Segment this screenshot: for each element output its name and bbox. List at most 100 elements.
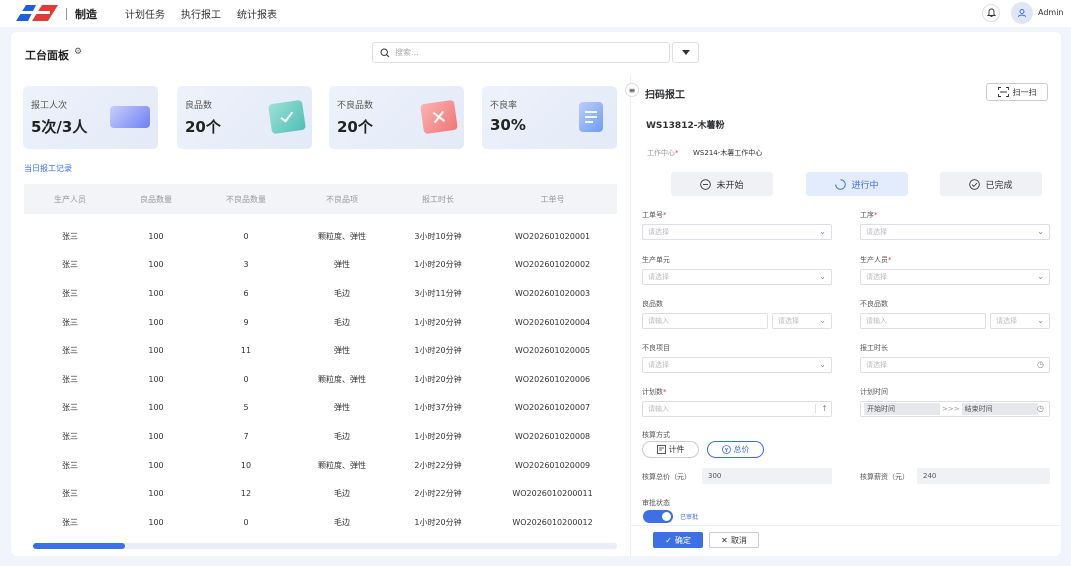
table-cell: 弹性 bbox=[334, 260, 350, 270]
status-label: 未开始 bbox=[716, 180, 744, 191]
nav-plan-tasks[interactable]: 计划任务 bbox=[125, 6, 165, 21]
scan-label: 扫一扫 bbox=[1012, 87, 1037, 97]
chat-cards-icon bbox=[110, 106, 150, 128]
cancel-button[interactable]: ✕ 取消 bbox=[709, 532, 759, 548]
process-label: 工序* bbox=[860, 211, 878, 219]
table-cell: 张三 bbox=[62, 403, 78, 413]
status-not-started[interactable]: 未开始 bbox=[671, 172, 773, 196]
end-time[interactable]: 结束时间 bbox=[961, 403, 1038, 415]
table-cell: 1小时20分钟 bbox=[414, 517, 462, 527]
table-cell: WO202601020006 bbox=[514, 374, 591, 384]
bad-qty-input[interactable]: 请输入 bbox=[860, 313, 986, 329]
column-header: 生产人员 bbox=[54, 194, 86, 204]
horizontal-scrollbar[interactable] bbox=[33, 543, 617, 549]
order-no-label: 工单号* bbox=[642, 211, 667, 219]
table-cell: 0 bbox=[243, 374, 249, 384]
clock-icon: ◷ bbox=[1037, 404, 1044, 413]
table-row[interactable]: 张三 100 7 毛边 1小时20分钟 WO202601020008 bbox=[24, 422, 617, 451]
plan-qty-input[interactable]: 请输入 ↑ bbox=[642, 401, 832, 417]
column-header: 工单号 bbox=[540, 194, 565, 204]
search-input[interactable]: 搜索... bbox=[372, 42, 670, 63]
clock-icon: ◷ bbox=[1037, 360, 1044, 369]
table-row[interactable]: 张三 100 3 弹性 1小时20分钟 WO202601020002 bbox=[24, 251, 617, 280]
table-row[interactable]: 张三 100 12 毛边 2小时22分钟 WO2026010200011 bbox=[24, 479, 617, 508]
table-cell: 张三 bbox=[62, 346, 78, 356]
stat-card-bad: 不良品数 20个 bbox=[329, 86, 464, 149]
method-piece-button[interactable]: 计件 bbox=[642, 441, 699, 458]
user-avatar[interactable] bbox=[1011, 2, 1033, 24]
panel-title: 扫码报工 bbox=[645, 90, 685, 101]
status-done[interactable]: 已完成 bbox=[940, 172, 1042, 196]
worker-label: 生产人员* bbox=[860, 256, 892, 264]
order-no-select[interactable]: 请选择 ⌄ bbox=[642, 224, 832, 240]
report-time-input[interactable]: 请选择 ◷ bbox=[860, 357, 1050, 373]
stat-label: 不良品数 bbox=[337, 101, 374, 111]
table-row[interactable]: 张三 100 5 弹性 1小时37分钟 WO202601020007 bbox=[24, 394, 617, 423]
bad-qty-label: 不良品数 bbox=[860, 300, 888, 308]
table-cell: 张三 bbox=[62, 260, 78, 270]
status-in-progress[interactable]: 进行中 bbox=[806, 172, 908, 196]
confirm-button[interactable]: ✓ 确定 bbox=[653, 532, 703, 548]
records-title[interactable]: 当日报工记录 bbox=[24, 163, 72, 174]
table-row[interactable]: 张三 100 0 毛边 1小时20分钟 WO2026010200012 bbox=[24, 508, 617, 537]
range-arrow: >>> bbox=[942, 405, 960, 413]
total-salary-label: 核算薪资（元） bbox=[860, 473, 909, 481]
username[interactable]: Admin bbox=[1038, 8, 1064, 17]
status-label: 进行中 bbox=[851, 180, 879, 191]
worker-select[interactable]: 请选择 ⌄ bbox=[860, 269, 1050, 285]
table-row[interactable]: 张三 100 0 颗粒度、弹性 3小时10分钟 WO202601020001 bbox=[24, 222, 617, 251]
report-time-label: 报工时长 bbox=[860, 344, 888, 352]
stat-label: 良品数 bbox=[185, 101, 213, 111]
chevron-down-icon: ⌄ bbox=[1037, 227, 1044, 236]
scan-button[interactable]: 扫一扫 bbox=[986, 83, 1048, 101]
unit-select[interactable]: 请选择 ⌄ bbox=[642, 269, 832, 285]
chevron-down-icon: ⌄ bbox=[1037, 316, 1044, 325]
cancel-label: 取消 bbox=[730, 535, 747, 545]
process-select[interactable]: 请选择 ⌄ bbox=[860, 224, 1050, 240]
table-cell: 6 bbox=[243, 288, 249, 298]
chevron-down-icon[interactable] bbox=[672, 42, 699, 63]
table-row[interactable]: 张三 100 6 毛边 3小时11分钟 WO202601020003 bbox=[24, 279, 617, 308]
approval-toggle[interactable] bbox=[643, 510, 673, 523]
table-row[interactable]: 张三 100 0 颗粒度、弹性 1小时20分钟 WO202601020006 bbox=[24, 365, 617, 394]
table-cell: 1小时37分钟 bbox=[414, 403, 462, 413]
good-qty-unit-select[interactable]: 请选择 ⌄ bbox=[772, 313, 832, 329]
nav-statistics[interactable]: 统计报表 bbox=[237, 6, 277, 21]
loading-icon bbox=[835, 178, 847, 190]
table-row[interactable]: 张三 100 11 弹性 1小时20分钟 WO202601020005 bbox=[24, 336, 617, 365]
brand-name: 制造 bbox=[75, 7, 97, 21]
company-logo bbox=[14, 3, 64, 25]
start-time[interactable]: 开始时间 bbox=[864, 403, 940, 415]
scrollbar-thumb[interactable] bbox=[33, 543, 125, 549]
close-icon: ✕ bbox=[721, 535, 728, 545]
chevron-down-icon: ⌄ bbox=[1037, 272, 1044, 281]
table-cell: 毛边 bbox=[334, 288, 350, 298]
calc-method-label: 核算方式 bbox=[642, 431, 670, 439]
gear-icon[interactable]: ⚙ bbox=[74, 47, 82, 57]
bad-item-select[interactable]: 请选择 ⌄ bbox=[642, 357, 832, 373]
table-cell: 3小时10分钟 bbox=[414, 231, 462, 241]
total-salary-value: 240 bbox=[917, 468, 1050, 484]
confirm-label: 确定 bbox=[674, 535, 691, 545]
bad-qty-unit-select[interactable]: 请选择 ⌄ bbox=[990, 313, 1050, 329]
table-row[interactable]: 张三 100 10 颗粒度、弹性 2小时22分钟 WO202601020009 bbox=[24, 451, 617, 480]
table-cell: 100 bbox=[148, 260, 164, 270]
bell-icon[interactable] bbox=[982, 4, 1000, 22]
table-cell: WO202601020001 bbox=[514, 231, 591, 241]
table-row[interactable]: 张三 100 9 毛边 1小时20分钟 WO202601020004 bbox=[24, 308, 617, 337]
menu-icon[interactable]: ≡ bbox=[625, 83, 639, 97]
stat-card-rate: 不良率 30% bbox=[482, 86, 617, 149]
plan-time-range[interactable]: 开始时间 >>> 结束时间 ◷ bbox=[860, 401, 1050, 417]
table-cell: 100 bbox=[148, 460, 164, 470]
table-cell: 1小时20分钟 bbox=[414, 431, 462, 441]
table-cell: 0 bbox=[243, 517, 249, 527]
table-cell: 10 bbox=[240, 460, 252, 470]
table-cell: 3小时11分钟 bbox=[414, 288, 462, 298]
method-label: 总价 bbox=[733, 445, 750, 454]
nav-execute-report[interactable]: 执行报工 bbox=[181, 6, 221, 21]
minus-circle-icon bbox=[700, 178, 712, 190]
table-cell: 张三 bbox=[62, 288, 78, 298]
good-qty-input[interactable]: 请输入 bbox=[642, 313, 768, 329]
search-placeholder: 搜索... bbox=[395, 48, 419, 57]
method-total-button[interactable]: 总价 bbox=[707, 441, 764, 458]
